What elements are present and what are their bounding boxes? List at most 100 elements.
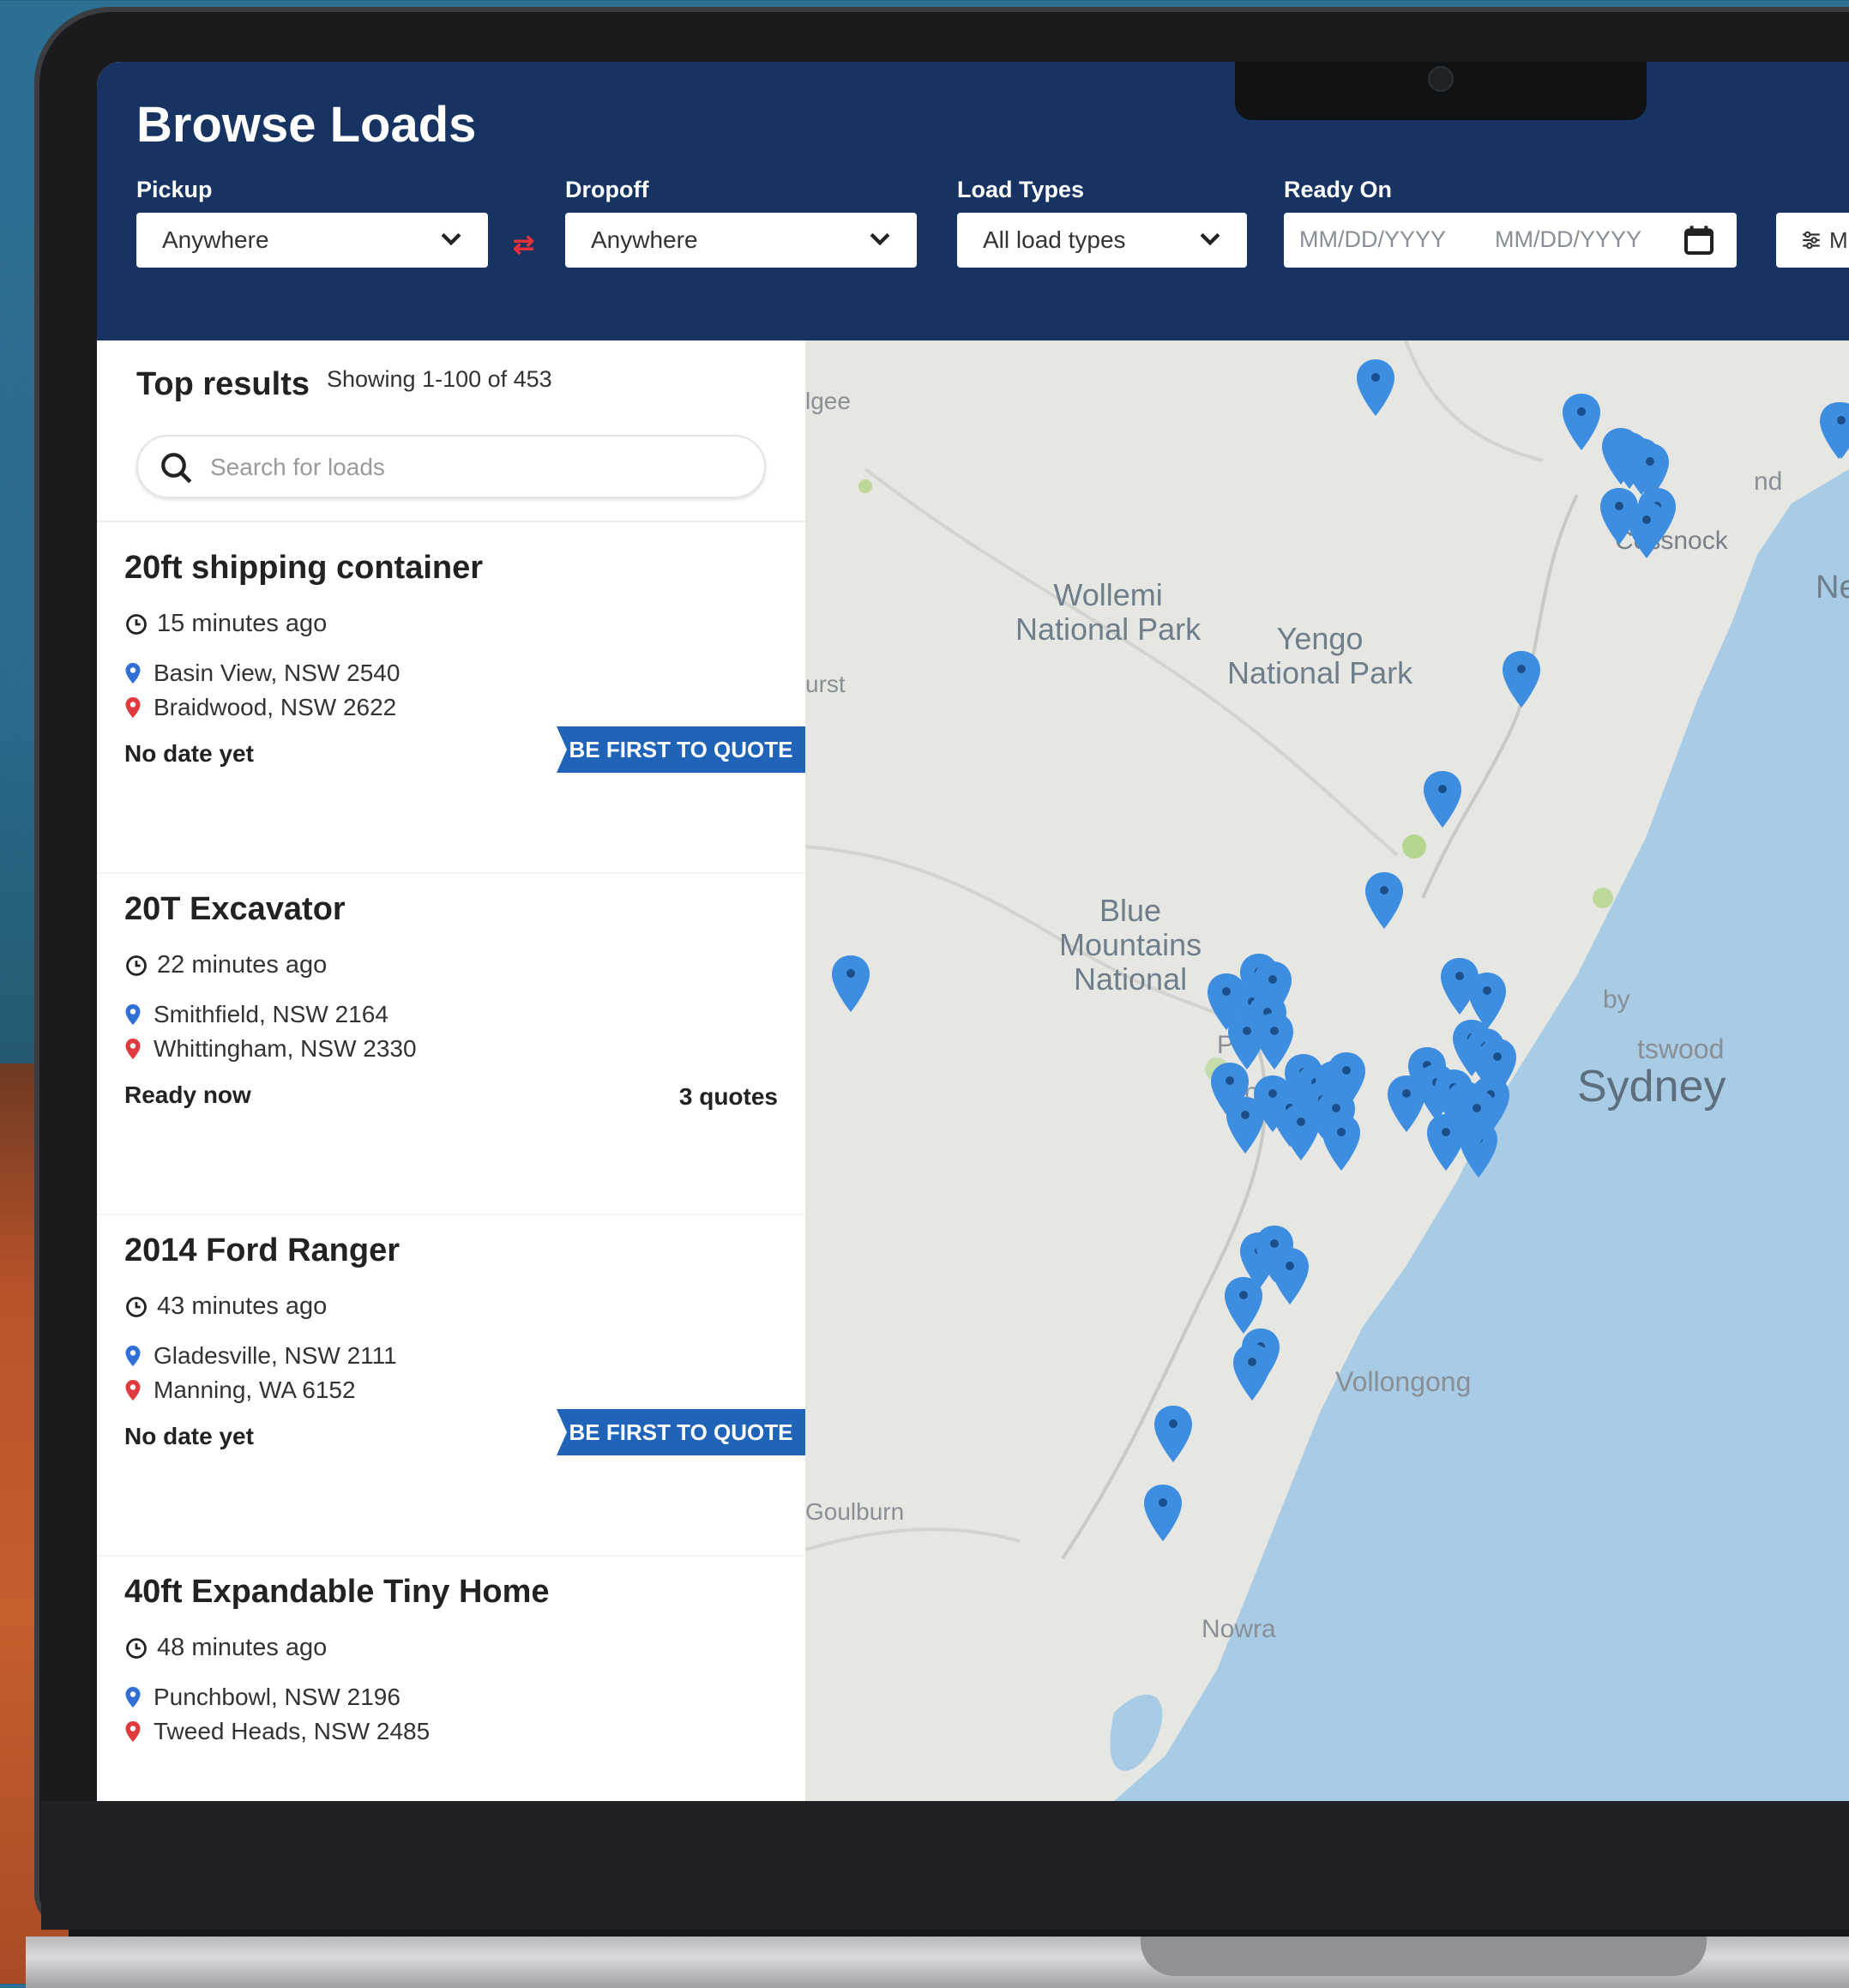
map-marker-icon[interactable] <box>1820 401 1849 461</box>
date-from-field[interactable]: MM/DD/YYYY <box>1299 226 1446 253</box>
load-card[interactable]: 20T Excavator 22 minutes ago Smithfield,… <box>97 874 805 1215</box>
pickup-location-text: Gladesville, NSW 2111 <box>154 1342 397 1369</box>
calendar-icon[interactable] <box>1682 223 1716 257</box>
chevron-down-icon <box>441 232 461 246</box>
load-time-text: 22 minutes ago <box>157 951 328 979</box>
dropoff-select[interactable]: Anywhere <box>565 213 917 268</box>
map-label-nowra: Nowra <box>1202 1615 1276 1643</box>
page-title: Browse Loads <box>136 97 477 153</box>
dropoff-pin-icon <box>125 1039 141 1059</box>
ready-status: Ready now <box>124 1081 251 1108</box>
pickup-location: Basin View, NSW 2540 <box>124 660 400 687</box>
map-label-sydney: Sydney <box>1577 1062 1726 1111</box>
dropoff-pin-icon <box>125 697 141 718</box>
quote-count: 3 quotes <box>678 1083 778 1110</box>
map-marker-icon[interactable] <box>1280 1102 1322 1162</box>
pickup-select[interactable]: Anywhere <box>136 213 488 268</box>
ready-on-label: Ready On <box>1284 177 1393 202</box>
map-marker-icon[interactable] <box>1152 1404 1195 1464</box>
more-filters-button[interactable]: M <box>1776 213 1849 268</box>
load-time-text: 43 minutes ago <box>157 1292 328 1320</box>
map-marker-icon[interactable] <box>1560 392 1603 452</box>
clock-icon <box>126 1637 147 1659</box>
load-types-select[interactable]: All load types <box>957 213 1247 268</box>
map-marker-icon[interactable] <box>1231 1342 1274 1402</box>
results-title: Top results <box>136 366 310 402</box>
map-marker-icon[interactable] <box>1363 871 1406 931</box>
map-marker-icon[interactable] <box>1320 1112 1363 1172</box>
pickup-pin-icon <box>125 1687 141 1708</box>
map-label-blue-mountains: Blue Mountains National <box>1059 893 1202 997</box>
load-card[interactable]: 20ft shipping container 15 minutes ago B… <box>97 533 805 874</box>
search-input[interactable] <box>208 449 726 486</box>
map-marker-icon[interactable] <box>1500 649 1543 709</box>
dropoff-location: Braidwood, NSW 2622 <box>124 694 396 721</box>
pickup-pin-icon <box>125 1346 141 1366</box>
results-panel: Top results Showing 1-100 of 453 20ft sh… <box>97 340 805 1801</box>
divider <box>97 521 805 522</box>
map-marker-icon[interactable] <box>1224 1095 1267 1155</box>
map-marker-icon[interactable] <box>1421 769 1464 829</box>
map-marker-icon[interactable] <box>1424 1112 1467 1172</box>
more-filters-label: M <box>1829 226 1848 253</box>
loads-map[interactable]: lgee urst Goulburn Wollemi National Park… <box>805 340 1849 1801</box>
dropoff-location: Tweed Heads, NSW 2485 <box>124 1718 430 1745</box>
load-time: 15 minutes ago <box>124 610 327 638</box>
load-title[interactable]: 40ft Expandable Tiny Home <box>124 1574 550 1611</box>
load-title[interactable]: 20T Excavator <box>124 891 346 928</box>
map-marker-icon[interactable] <box>1354 358 1397 418</box>
load-time: 43 minutes ago <box>124 1292 327 1321</box>
load-title[interactable]: 20ft shipping container <box>124 550 483 587</box>
ready-on-date-range[interactable]: MM/DD/YYYY MM/DD/YYYY <box>1284 213 1737 268</box>
clock-icon <box>126 613 147 635</box>
dropoff-location: Manning, WA 6152 <box>124 1377 356 1404</box>
camera-icon <box>1428 66 1454 92</box>
dropoff-pin-icon <box>125 1380 141 1401</box>
filter-sliders-icon <box>1803 231 1820 250</box>
map-label-mudgee: lgee <box>805 388 851 414</box>
load-types-label: Load Types <box>957 177 1085 202</box>
map-label-wollemi: Wollemi National Park <box>1015 577 1202 647</box>
laptop-bezel <box>41 1801 1849 1930</box>
be-first-to-quote-button[interactable]: BE FIRST TO QUOTE <box>557 1409 805 1455</box>
load-types-value: All load types <box>983 226 1126 253</box>
dropoff-location-text: Tweed Heads, NSW 2485 <box>154 1718 431 1744</box>
pickup-location-text: Smithfield, NSW 2164 <box>154 1001 388 1027</box>
search-icon <box>161 453 192 484</box>
pickup-pin-icon <box>125 1004 141 1025</box>
map-label-maitland: nd <box>1754 467 1783 496</box>
dropoff-location-text: Whittingham, NSW 2330 <box>154 1035 417 1062</box>
map-marker-icon[interactable] <box>829 954 872 1014</box>
dropoff-label: Dropoff <box>565 177 649 202</box>
laptop-hinge-notch <box>1141 1937 1707 1976</box>
load-card[interactable]: 40ft Expandable Tiny Home 48 minutes ago… <box>97 1557 805 1801</box>
dropoff-value: Anywhere <box>591 226 698 253</box>
be-first-to-quote-button[interactable]: BE FIRST TO QUOTE <box>557 726 805 773</box>
dropoff-pin-icon <box>125 1721 141 1742</box>
chevron-down-icon <box>1200 232 1220 246</box>
pickup-location: Punchbowl, NSW 2196 <box>124 1684 401 1711</box>
map-marker-icon[interactable] <box>1268 1246 1311 1306</box>
load-card[interactable]: 2014 Ford Ranger 43 minutes ago Gladesvi… <box>97 1215 805 1557</box>
map-label-wollongong: Vollongong <box>1335 1366 1472 1397</box>
dropoff-location-text: Braidwood, NSW 2622 <box>154 694 397 720</box>
dropoff-location: Whittingham, NSW 2330 <box>124 1035 417 1063</box>
load-time: 22 minutes ago <box>124 951 327 979</box>
date-to-field[interactable]: MM/DD/YYYY <box>1495 226 1641 253</box>
load-title[interactable]: 2014 Ford Ranger <box>124 1232 400 1269</box>
pickup-location: Smithfield, NSW 2164 <box>124 1001 388 1028</box>
pickup-location: Gladesville, NSW 2111 <box>124 1342 397 1370</box>
load-time-text: 15 minutes ago <box>157 610 328 637</box>
map-marker-icon[interactable] <box>1625 500 1668 560</box>
clock-icon <box>126 1296 147 1317</box>
pickup-location-text: Punchbowl, NSW 2196 <box>154 1684 401 1710</box>
map-marker-icon[interactable] <box>1141 1483 1184 1543</box>
swap-icon[interactable]: ⇄ <box>513 230 534 260</box>
map-label-yengo: Yengo National Park <box>1227 621 1413 690</box>
search-box[interactable] <box>136 435 766 498</box>
ready-status: No date yet <box>124 740 254 767</box>
map-label-bathurst: urst <box>805 671 846 697</box>
clock-icon <box>126 955 147 976</box>
pickup-label: Pickup <box>136 177 213 202</box>
app-screen: Browse Loads Pickup Anywhere ⇄ Dropoff A… <box>97 62 1849 1801</box>
